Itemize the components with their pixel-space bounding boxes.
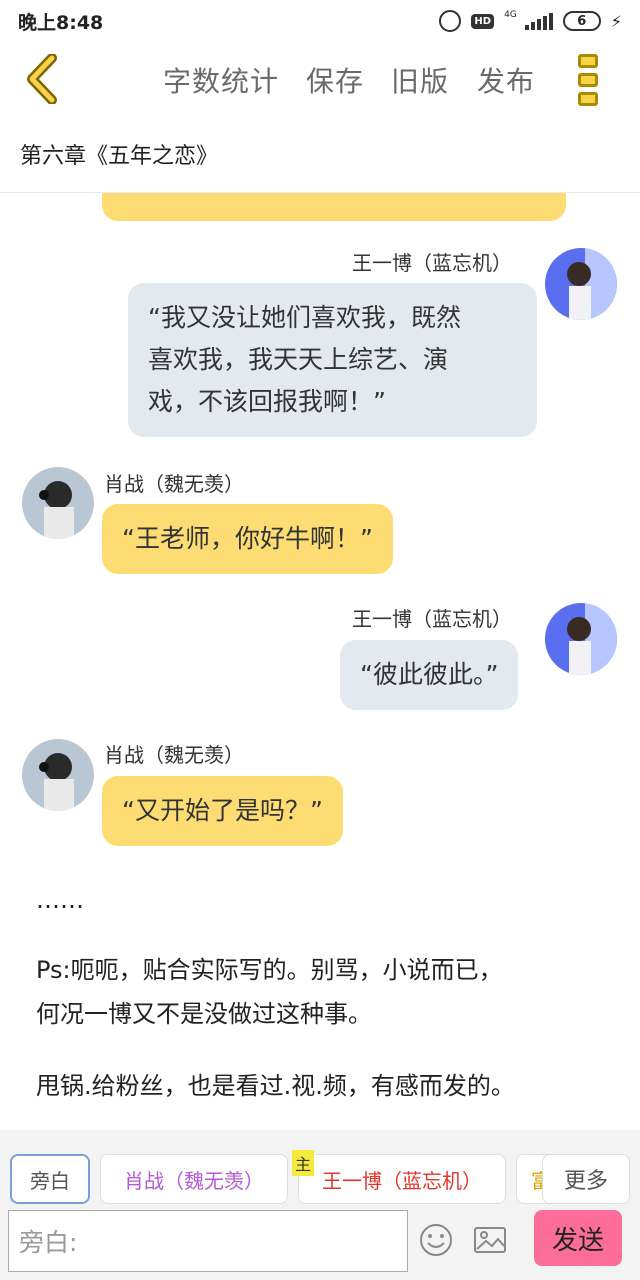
avatar-xiao[interactable]: [22, 739, 94, 811]
publish-button[interactable]: 发布: [477, 60, 535, 100]
back-arrow-icon[interactable]: [22, 54, 66, 104]
more-characters-button[interactable]: 更多: [542, 1154, 630, 1204]
chapter-title: 第六章《五年之恋》: [20, 144, 219, 169]
avatar-xiao[interactable]: [22, 467, 94, 539]
chat-area[interactable]: 王一博（蓝忘机） “我又没让她们喜欢我，既然 喜欢我，我天天上综艺、演 戏，不该…: [0, 193, 640, 1130]
message-bubble[interactable]: “我又没让她们喜欢我，既然 喜欢我，我天天上综艺、演 戏，不该回报我啊！”: [128, 283, 537, 437]
message-line: “彼此彼此。”: [360, 660, 499, 689]
message-bubble[interactable]: “王老师，你好牛啊！”: [102, 504, 393, 574]
input-bar: 旁白: 发送: [0, 1206, 640, 1280]
narration-input[interactable]: 旁白:: [8, 1210, 408, 1272]
narration-ps-line: 何况一博又不是没做过这种事。: [36, 1000, 372, 1028]
message-bubble[interactable]: “彼此彼此。”: [340, 640, 519, 710]
avatar-wang[interactable]: [545, 603, 617, 675]
status-icons: HD 4G 6 ⚡: [439, 10, 622, 32]
status-time: 晚上8:48: [18, 11, 104, 34]
narration-ellipsis: ……: [36, 886, 84, 914]
message-line: “又开始了是吗？”: [122, 796, 323, 825]
message-line: “我又没让她们喜欢我，既然: [148, 303, 461, 332]
message-line: 戏，不该回报我啊！”: [148, 387, 386, 416]
emoji-icon[interactable]: [418, 1222, 454, 1258]
bolt-icon: ⚡: [610, 11, 622, 31]
narration-ps-line: Ps:呃呃，贴合实际写的。别骂，小说而已，: [36, 956, 503, 984]
word-count-button[interactable]: 字数统计: [163, 60, 279, 100]
send-button[interactable]: 发送: [534, 1210, 622, 1266]
alarm-icon: [439, 10, 462, 32]
main-character-tag: 主: [292, 1150, 315, 1176]
save-button[interactable]: 保存: [306, 60, 364, 100]
editor-toolbar: 字数统计 保存 旧版 发布: [0, 42, 640, 122]
avatar-wang[interactable]: [545, 248, 617, 320]
message-line: 喜欢我，我天天上综艺、演: [148, 345, 449, 374]
message-bubble[interactable]: “又开始了是吗？”: [102, 776, 343, 846]
network-label: 4G: [504, 10, 517, 20]
speaker-name: 肖战（魏无羡）: [104, 472, 244, 496]
character-bar: 旁白 肖战（魏无羡） 王一博（蓝忘机） 主 富 更多: [0, 1130, 640, 1206]
character-chip-xiao[interactable]: 肖战（魏无羡）: [100, 1154, 288, 1204]
character-chip-wang[interactable]: 王一博（蓝忘机）: [298, 1154, 506, 1204]
battery-level: 6: [577, 13, 587, 29]
image-icon[interactable]: [472, 1222, 508, 1258]
signal-icon: [524, 12, 553, 30]
narration-ps-line: 甩锅.给粉丝，也是看过.视.频，有感而发的。: [36, 1072, 515, 1100]
battery-icon: 6: [562, 11, 601, 31]
speaker-name: 王一博（蓝忘机）: [352, 251, 512, 275]
hd-icon: HD: [471, 13, 495, 29]
status-bar: 晚上8:48 HD 4G 6 ⚡: [0, 0, 640, 42]
more-menu-icon[interactable]: [578, 54, 600, 106]
old-version-button[interactable]: 旧版: [391, 60, 449, 100]
message-line: “王老师，你好牛啊！”: [122, 524, 373, 553]
speaker-name: 王一博（蓝忘机）: [352, 607, 512, 631]
character-chip-narrator[interactable]: 旁白: [10, 1154, 90, 1204]
message-bubble-partial: [102, 193, 566, 221]
speaker-name: 肖战（魏无羡）: [104, 743, 244, 767]
